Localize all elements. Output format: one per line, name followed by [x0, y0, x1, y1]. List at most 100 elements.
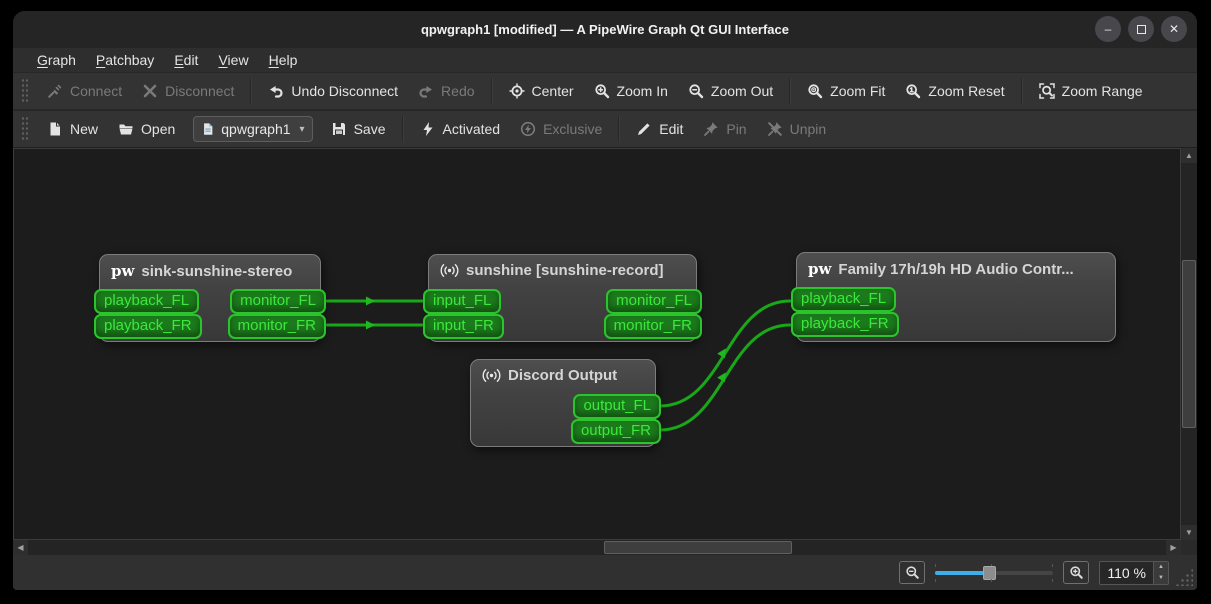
- toolbar-drag-handle[interactable]: [21, 78, 29, 104]
- status-zoom-out-button[interactable]: [899, 561, 926, 584]
- slider-tick: [991, 578, 993, 582]
- redo-arrow-icon: [418, 83, 434, 99]
- zoom-in-button[interactable]: Zoom In: [584, 78, 678, 104]
- open-button[interactable]: Open: [108, 116, 185, 142]
- node-discord-output[interactable]: Discord Output output_FL output_FR: [470, 359, 661, 447]
- v-scrollbar-handle[interactable]: [1182, 260, 1196, 428]
- edit-button[interactable]: Edit: [626, 116, 693, 142]
- menubar: Graph Patchbay Edit View Help: [13, 48, 1197, 73]
- zoom-out-button[interactable]: Zoom Out: [678, 78, 783, 104]
- node-sink-sunshine-stereo[interactable]: pw sink-sunshine-stereo playback_FL play…: [94, 254, 326, 342]
- undo-disconnect-button[interactable]: Undo Disconnect: [258, 78, 408, 104]
- slider-tick: [1052, 563, 1054, 567]
- maximize-button[interactable]: [1128, 16, 1154, 42]
- port-playback-fl[interactable]: playback_FL: [94, 289, 200, 314]
- port-output-fr[interactable]: output_FR: [570, 419, 661, 444]
- zoom-slider[interactable]: [935, 562, 1054, 584]
- magnifier-fit-icon: [807, 83, 823, 99]
- window-title: qpwgraph1 [modified] — A PipeWire Graph …: [420, 22, 789, 37]
- connection-layer: [325, 296, 792, 432]
- center-target-icon: [508, 83, 525, 99]
- pin-button[interactable]: Pin: [693, 116, 756, 142]
- status-zoom-in-button[interactable]: [1063, 561, 1090, 584]
- audio-stream-icon: [482, 368, 501, 383]
- node-title: Discord Output: [471, 360, 655, 387]
- save-button[interactable]: Save: [321, 116, 396, 142]
- toolbar-drag-handle[interactable]: [21, 116, 29, 142]
- menu-help[interactable]: Help: [259, 50, 308, 70]
- titlebar[interactable]: qpwgraph1 [modified] — A PipeWire Graph …: [13, 11, 1197, 48]
- new-button[interactable]: New: [37, 116, 108, 142]
- disconnect-button[interactable]: Disconnect: [132, 78, 244, 104]
- scroll-right-button[interactable]: ▶: [1166, 540, 1181, 555]
- center-button[interactable]: Center: [499, 78, 584, 104]
- patchbay-toolbar: New Open qpwgraph1 ▾ Save Activated Excl…: [13, 111, 1197, 148]
- spin-up-button[interactable]: ▲: [1154, 562, 1168, 573]
- chevron-down-icon: ▾: [299, 123, 305, 135]
- zoom-range-button[interactable]: Zoom Range: [1029, 78, 1153, 104]
- port-input-fl[interactable]: input_FL: [423, 289, 502, 314]
- redo-button[interactable]: Redo: [408, 78, 484, 104]
- lightning-bolt-icon: [420, 121, 436, 137]
- spin-buttons: ▲ ▼: [1153, 561, 1168, 584]
- crossed-pushpin-icon: [767, 121, 783, 137]
- port-playback-fl[interactable]: playback_FL: [791, 287, 897, 312]
- resize-grip[interactable]: [1175, 568, 1193, 586]
- scroll-down-button[interactable]: ▼: [1181, 525, 1197, 540]
- menu-graph[interactable]: Graph: [27, 50, 86, 70]
- port-monitor-fr[interactable]: monitor_FR: [603, 314, 702, 339]
- graph-canvas[interactable]: pw sink-sunshine-stereo playback_FL play…: [13, 148, 1181, 540]
- statusbar: 110 % ▲ ▼: [13, 555, 1197, 590]
- toolbar-separator: [490, 78, 493, 104]
- window-controls: – ✕: [1095, 16, 1187, 42]
- magnifier-plus-icon: [594, 83, 610, 99]
- circled-bolt-icon: [520, 121, 536, 137]
- graph-area: pw sink-sunshine-stereo playback_FL play…: [13, 148, 1197, 555]
- node-family-hd-audio[interactable]: pw Family 17h/19h HD Audio Contr... play…: [791, 252, 1116, 342]
- activated-button[interactable]: Activated: [410, 116, 511, 142]
- scroll-up-button[interactable]: ▲: [1181, 148, 1197, 163]
- magnifier-reset-icon: [905, 83, 921, 99]
- menu-view[interactable]: View: [208, 50, 258, 70]
- wire-arrow-icon: [366, 320, 375, 330]
- slider-tick: [935, 563, 937, 567]
- minimize-icon: –: [1104, 22, 1112, 36]
- zoom-value: 110 %: [1107, 564, 1146, 581]
- patchbay-combo-value: qpwgraph1: [221, 121, 291, 137]
- magnifier-plus-icon: [1069, 565, 1084, 580]
- patchbay-file-icon: [201, 122, 215, 136]
- new-file-icon: [47, 121, 63, 137]
- magnifier-minus-icon: [688, 83, 704, 99]
- patchbay-combo[interactable]: qpwgraph1 ▾: [193, 116, 313, 142]
- patch-cable-icon: [47, 83, 63, 99]
- graph-toolbar: Connect Disconnect Undo Disconnect Redo …: [13, 73, 1197, 111]
- port-input-fr[interactable]: input_FR: [423, 314, 504, 339]
- exclusive-button[interactable]: Exclusive: [510, 116, 612, 142]
- v-scrollbar[interactable]: ▲ ▼: [1181, 148, 1197, 540]
- menu-patchbay[interactable]: Patchbay: [86, 50, 164, 70]
- h-scrollbar[interactable]: ◀ ▶: [13, 540, 1181, 555]
- app-window: qpwgraph1 [modified] — A PipeWire Graph …: [13, 11, 1197, 590]
- toolbar-separator: [401, 116, 404, 142]
- zoom-reset-button[interactable]: Zoom Reset: [895, 78, 1014, 104]
- h-scrollbar-handle[interactable]: [604, 541, 792, 554]
- menu-edit[interactable]: Edit: [164, 50, 208, 70]
- zoom-spinbox[interactable]: 110 % ▲ ▼: [1099, 560, 1169, 585]
- port-playback-fr[interactable]: playback_FR: [94, 314, 202, 339]
- slider-fill: [935, 570, 988, 575]
- close-button[interactable]: ✕: [1161, 16, 1187, 42]
- slider-tick: [935, 578, 937, 582]
- port-output-fl[interactable]: output_FL: [573, 394, 661, 419]
- slider-handle[interactable]: [983, 565, 997, 580]
- port-playback-fr[interactable]: playback_FR: [791, 312, 899, 337]
- port-monitor-fr[interactable]: monitor_FR: [227, 314, 326, 339]
- unpin-button[interactable]: Unpin: [757, 116, 837, 142]
- connect-button[interactable]: Connect: [37, 78, 132, 104]
- port-monitor-fl[interactable]: monitor_FL: [606, 289, 702, 314]
- spin-down-button[interactable]: ▼: [1154, 573, 1168, 584]
- minimize-button[interactable]: –: [1095, 16, 1121, 42]
- scroll-left-button[interactable]: ◀: [13, 540, 28, 555]
- zoom-fit-button[interactable]: Zoom Fit: [797, 78, 895, 104]
- port-monitor-fl[interactable]: monitor_FL: [230, 289, 326, 314]
- node-sunshine-record[interactable]: sunshine [sunshine-record] input_FL inpu…: [423, 254, 702, 342]
